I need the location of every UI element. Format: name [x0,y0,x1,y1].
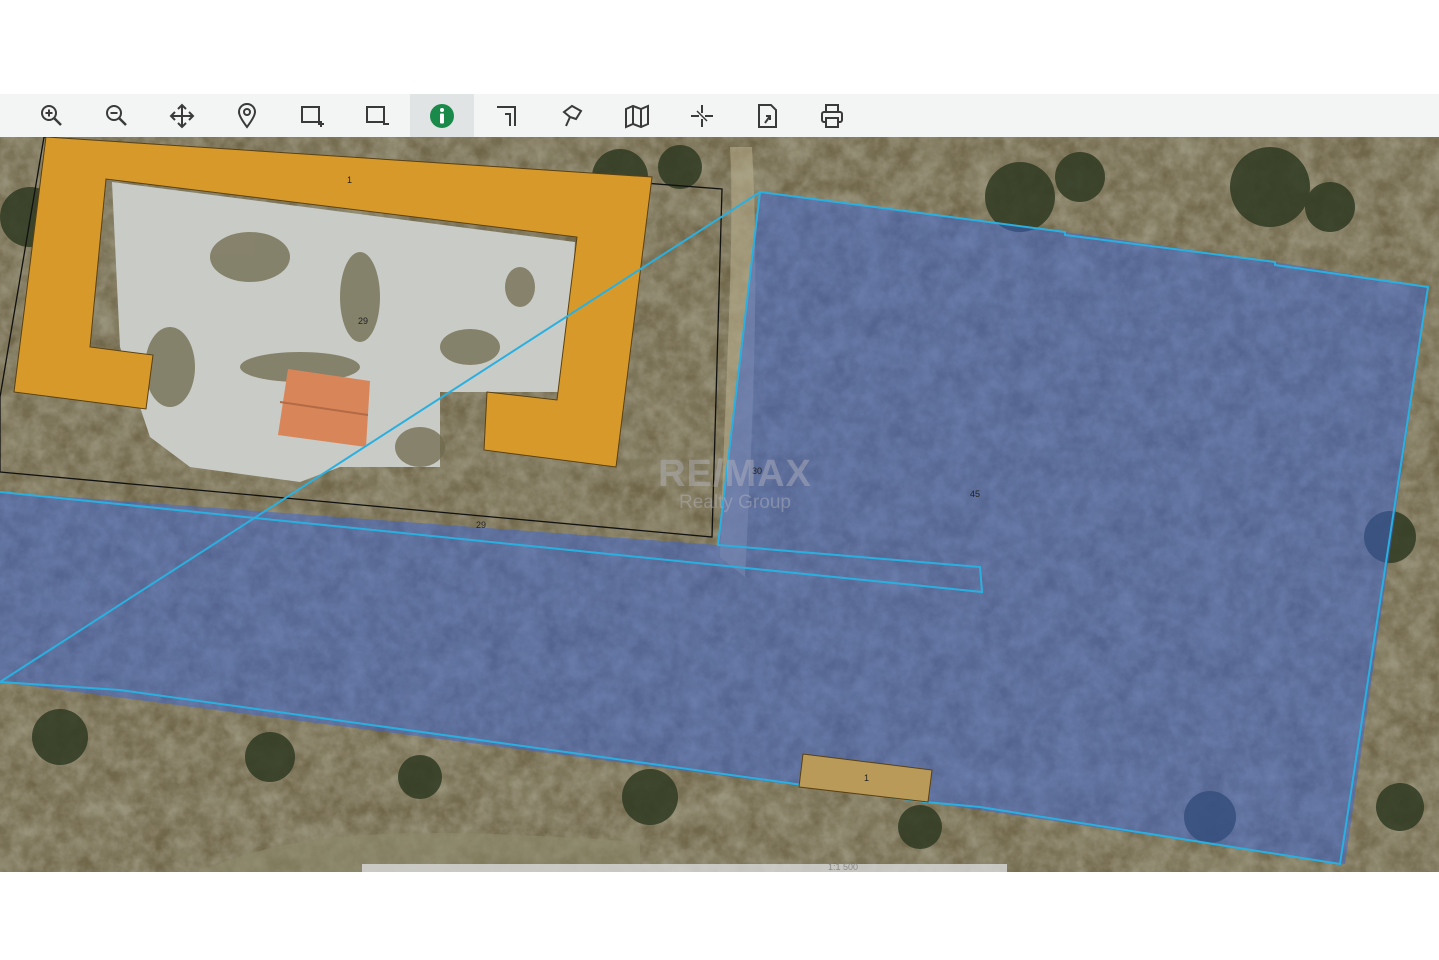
label-blue-parcel-b: 45 [970,489,980,499]
map-pin-icon [237,102,257,129]
box-zoom-in-button[interactable] [280,94,344,137]
label-lot-center: 29 [358,316,368,326]
pan-move-icon [169,103,195,128]
basemap-button[interactable] [605,94,669,137]
measure-distance-button[interactable] [475,94,539,137]
zoom-in-button[interactable] [20,94,84,137]
scale-bar [362,864,1007,872]
coordinates-button[interactable] [670,94,734,137]
info-icon [430,103,454,128]
pan-button[interactable] [150,94,214,137]
label-building-bottom: 1 [864,773,869,783]
label-lot-bottom: 29 [476,520,486,530]
box-zoom-in-icon [301,105,324,127]
zoom-out-icon [106,104,127,126]
label-blue-parcel-a: 30 [752,466,762,476]
measure-line-icon [497,105,516,126]
info-button[interactable] [410,94,474,137]
printer-icon [821,103,843,128]
crosshair-icon [691,104,713,127]
map-toolbar [0,94,1439,138]
export-button[interactable] [735,94,799,137]
label-building-top: 1 [347,175,352,185]
measure-area-button[interactable] [540,94,604,137]
box-zoom-out-icon [366,105,389,125]
map-view[interactable]: 1 29 29 30 45 1 [0,137,1439,872]
print-button[interactable] [800,94,864,137]
zoom-in-icon [41,104,62,126]
export-document-icon [758,103,777,128]
map-canvas[interactable]: 1 29 29 30 45 1 [0,137,1439,872]
scale-text: 1:1 500 [828,862,859,872]
zoom-out-button[interactable] [85,94,149,137]
locate-button[interactable] [215,94,279,137]
box-zoom-out-button[interactable] [345,94,409,137]
map-layers-icon [625,103,649,129]
measure-polygon-icon [562,104,583,126]
